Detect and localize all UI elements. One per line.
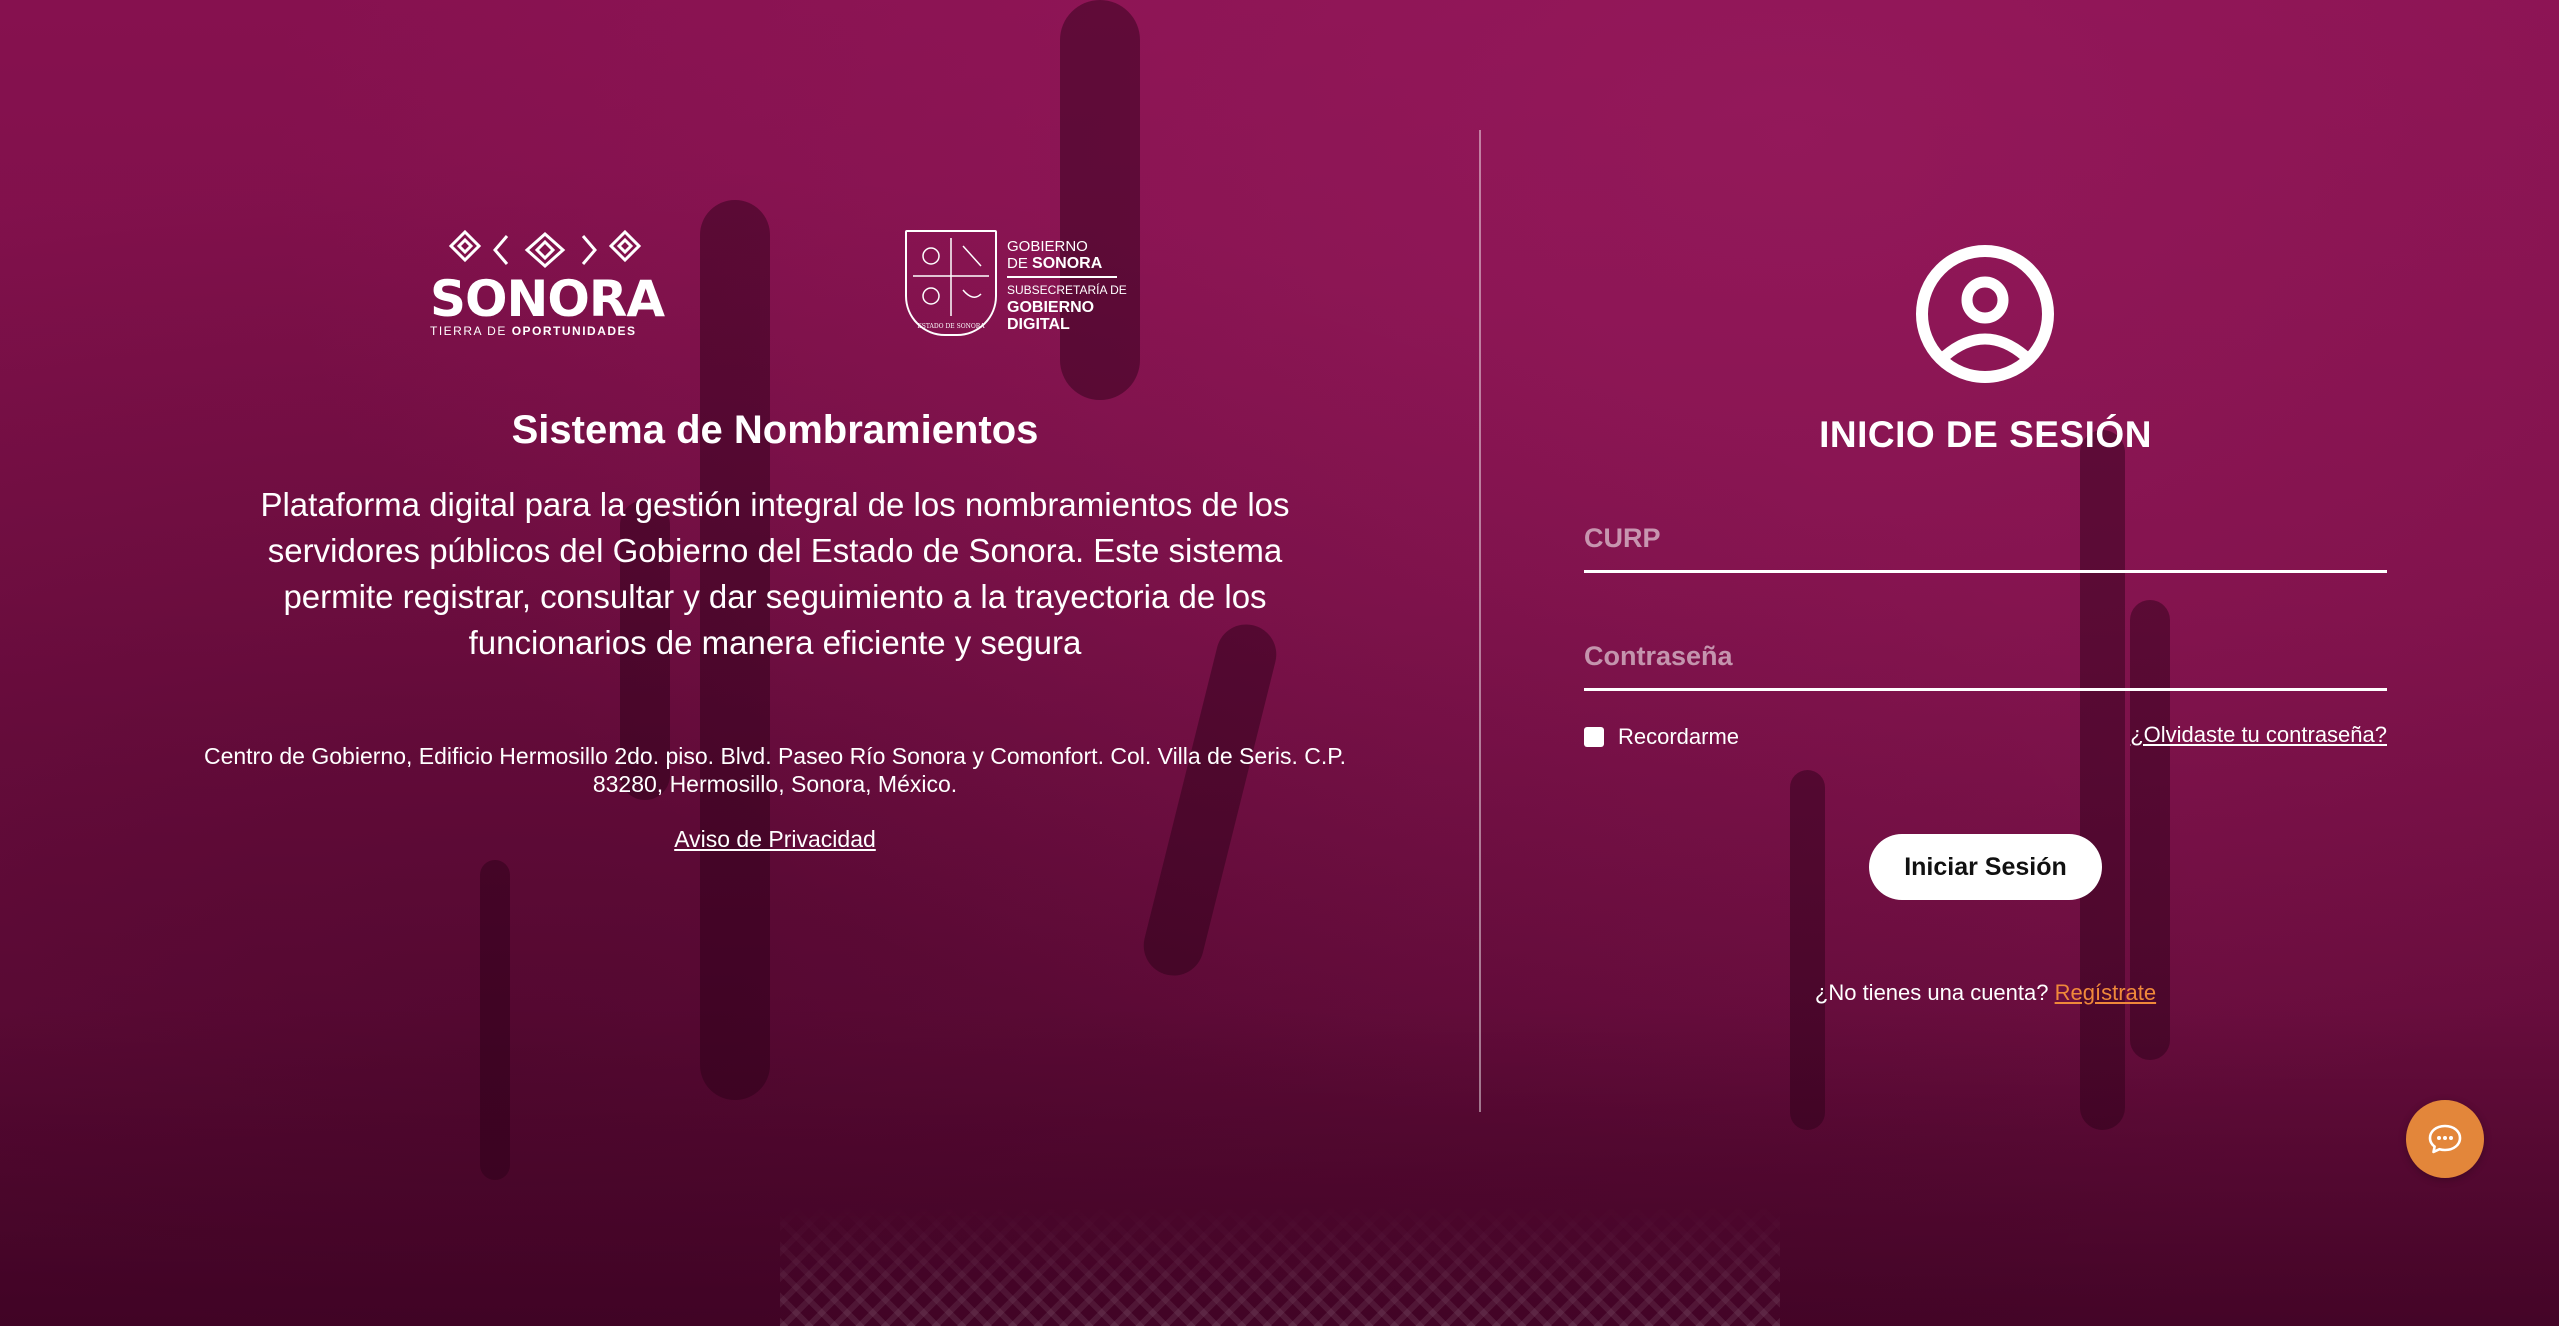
sonora-tagline: TIERRA DE OPORTUNIDADES: [430, 324, 637, 338]
register-prompt-text: ¿No tienes una cuenta?: [1814, 980, 2055, 1005]
vertical-divider: [1479, 130, 1481, 1112]
address-text: Centro de Gobierno, Edificio Hermosillo …: [203, 743, 1347, 797]
curp-input[interactable]: [1584, 510, 2387, 566]
sonora-logo: SONORA TIERRA DE OPORTUNIDADES: [430, 228, 665, 338]
register-link[interactable]: Regístrate: [2055, 980, 2157, 1005]
register-prompt: ¿No tienes una cuenta? Regístrate: [1584, 980, 2387, 1006]
remember-me[interactable]: Recordarme: [1584, 722, 1739, 752]
password-field: [1584, 628, 2387, 691]
sonora-diamond-mark-icon: [448, 229, 642, 269]
curp-field: [1584, 510, 2387, 573]
chat-bubble-icon: [2428, 1124, 2462, 1154]
forgot-password-link[interactable]: ¿Olvidaste tu contraseña?: [2130, 722, 2387, 748]
state-shield-icon: ESTADO DE SONORA: [905, 230, 997, 336]
password-input[interactable]: [1584, 628, 2387, 684]
privacy-link[interactable]: Aviso de Privacidad: [674, 826, 876, 852]
chat-button[interactable]: [2406, 1100, 2484, 1178]
gobierno-logo-text: GOBIERNO DE SONORA SUBSECRETARÍA DE GOBI…: [1007, 238, 1127, 333]
shield-caption: ESTADO DE SONORA: [917, 323, 985, 330]
remember-checkbox[interactable]: [1584, 727, 1604, 747]
login-button[interactable]: Iniciar Sesión: [1869, 834, 2102, 900]
sonora-wordmark: SONORA: [430, 270, 665, 328]
gobierno-digital-logo: ESTADO DE SONORA GOBIERNO DE SONORA SUBS…: [905, 230, 1135, 338]
remember-label: Recordarme: [1618, 724, 1740, 749]
logos: SONORA TIERRA DE OPORTUNIDADES ESTADO DE…: [430, 228, 1130, 338]
login-title: INICIO DE SESIÓN: [1819, 414, 2152, 455]
user-circle-icon: [1916, 245, 2054, 383]
system-description: Plataforma digital para la gestión integ…: [260, 486, 1290, 661]
privacy-notice: Aviso de Privacidad: [200, 826, 1350, 853]
page-title: Sistema de Nombramientos: [511, 408, 1039, 452]
